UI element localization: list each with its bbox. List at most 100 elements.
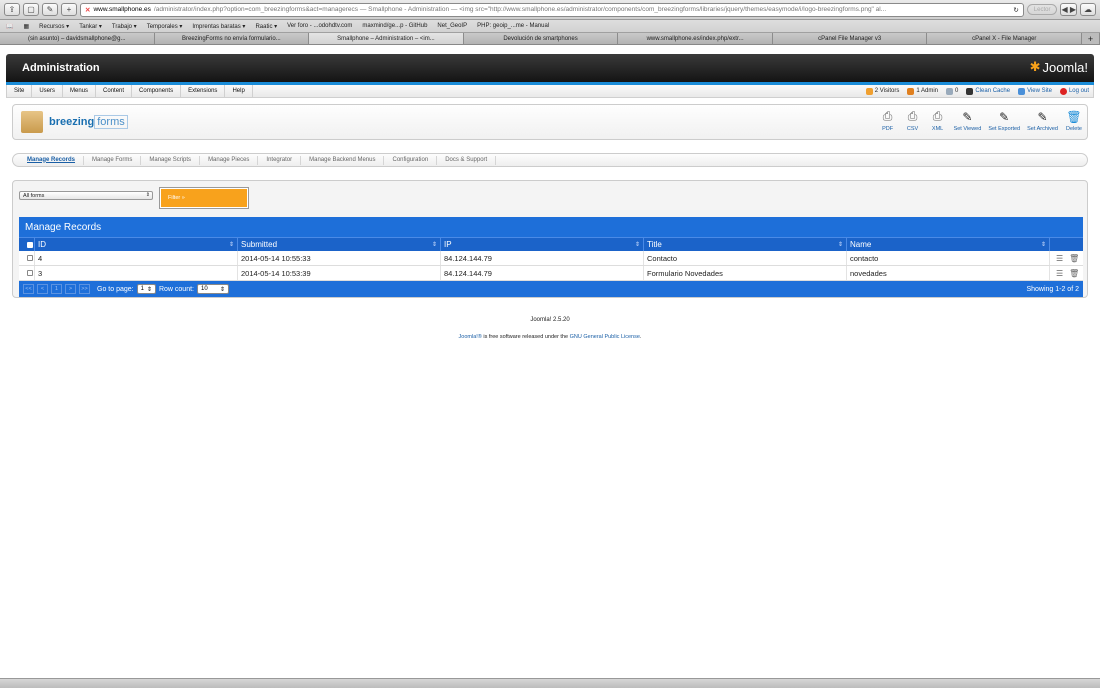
select-all-checkbox[interactable]	[19, 238, 35, 251]
gpl-link[interactable]: GNU General Public License	[570, 334, 640, 340]
tab-integrator[interactable]: Integrator	[258, 155, 302, 165]
xml-icon: ⎙	[932, 109, 943, 123]
last-page-button[interactable]: >>	[79, 284, 90, 294]
col-ip[interactable]: IP ⇕	[441, 238, 644, 251]
share-button[interactable]: ⇪	[4, 3, 20, 16]
menu-site[interactable]: Site	[7, 85, 33, 97]
bookmark-item[interactable]: PHP: geoip_...me - Manual	[477, 23, 549, 29]
browser-statusbar	[0, 678, 1100, 688]
bookmark-item[interactable]: Ver foro - ...odohdtv.com	[287, 23, 352, 29]
cell-id: 3	[35, 266, 238, 280]
bookmark-item[interactable]: Net_GeoIP	[437, 23, 467, 29]
row-checkbox-cell[interactable]	[19, 251, 35, 265]
row-checkbox[interactable]	[27, 270, 33, 276]
tab-manage-backend-menus[interactable]: Manage Backend Menus	[301, 155, 385, 165]
tab-configuration[interactable]: Configuration	[384, 155, 438, 165]
browser-tab[interactable]: cPanel File Manager v3	[772, 33, 928, 44]
add-tab-icon[interactable]: +	[1082, 33, 1100, 44]
table-row[interactable]: 4 2014-05-14 10:55:33 84.124.144.79 Cont…	[19, 251, 1083, 266]
csv-button[interactable]: ⎙ CSV	[904, 109, 922, 132]
browser-tab[interactable]: cPanel X - File Manager	[927, 33, 1083, 44]
set-archived-button[interactable]: ✎ Set Archived	[1027, 109, 1058, 133]
tab-manage-records[interactable]: Manage Records	[19, 155, 85, 165]
browser-tab[interactable]: Devolución de smartphones	[463, 33, 619, 44]
mail-icon	[946, 87, 954, 95]
set-viewed-button[interactable]: ✎ Set Viewed	[954, 109, 982, 133]
goto-page-select[interactable]: 1 ⇕	[136, 284, 156, 294]
col-name[interactable]: Name ⇕	[847, 238, 1050, 251]
reader-button[interactable]: Lector	[1026, 4, 1058, 15]
logout-link[interactable]: Log out	[1059, 87, 1089, 95]
form-select[interactable]: All forms ⇕	[19, 191, 153, 200]
url-bar[interactable]: ✕ www.smallphone.es /administrator/index…	[80, 2, 1024, 17]
clean-cache-link[interactable]: Clean Cache	[966, 87, 1010, 95]
row-actions: ☰ 🗑	[1050, 269, 1083, 278]
filter-button[interactable]: Filter »	[159, 187, 249, 209]
messages-status[interactable]: 0	[946, 87, 958, 95]
menu-users[interactable]: Users	[32, 85, 64, 97]
next-page-button[interactable]: >	[65, 284, 76, 294]
first-page-button[interactable]: <<	[23, 284, 34, 294]
header-checkbox[interactable]	[27, 241, 33, 248]
delete-button[interactable]: 🗑 Delete	[1065, 109, 1083, 133]
col-id[interactable]: ID ⇕	[35, 238, 238, 251]
joomla-logo[interactable]: ✱ Joomla!	[1030, 59, 1088, 75]
cell-name: novedades	[847, 266, 1050, 280]
extensions-button[interactable]: ✎	[42, 3, 58, 16]
browser-tab[interactable]: (sin asunto) – davidsmallphone@g...	[0, 33, 155, 44]
bookmark-item[interactable]: Recursos ▾	[39, 23, 69, 30]
joomla-icon: ✱	[1029, 59, 1041, 74]
reload-icon[interactable]: ↻	[1013, 6, 1018, 14]
col-submitted[interactable]: Submitted ⇕	[238, 238, 441, 251]
col-title[interactable]: Title ⇕	[644, 238, 847, 251]
bookmark-item[interactable]: Tankar ▾	[79, 23, 102, 30]
reading-list-icon[interactable]: 📖	[6, 23, 13, 30]
menu-components[interactable]: Components	[132, 85, 182, 97]
grid-footer: << < 1 > >> Go to page: 1 ⇕ Row count: 10…	[19, 281, 1083, 297]
trash-icon[interactable]: 🗑	[1069, 254, 1079, 263]
tab-docs-support[interactable]: Docs & Support	[437, 155, 497, 165]
browser-tab[interactable]: BreezingForms no envía formulario...	[154, 33, 310, 44]
table-row[interactable]: 3 2014-05-14 10:53:39 84.124.144.79 Form…	[19, 266, 1083, 281]
tab-manage-pieces[interactable]: Manage Pieces	[200, 155, 259, 165]
tab-manage-scripts[interactable]: Manage Scripts	[141, 155, 201, 165]
bookmark-item[interactable]: Temporales ▾	[147, 23, 183, 30]
set-exported-button[interactable]: ✎ Set Exported	[988, 109, 1020, 133]
menu-help[interactable]: Help	[225, 85, 253, 97]
bookmark-item[interactable]: maxmind/ge...p - GitHub	[362, 23, 427, 29]
menu-menus[interactable]: Menus	[63, 85, 97, 97]
pdf-button[interactable]: ⎙ PDF	[879, 109, 897, 132]
details-icon[interactable]: ☰	[1056, 254, 1063, 263]
cell-submitted: 2014-05-14 10:55:33	[238, 251, 441, 265]
row-checkbox-cell[interactable]	[19, 266, 35, 280]
bookmark-item[interactable]: Imprentas baratas ▾	[192, 23, 245, 30]
sort-icon: ⇕	[634, 242, 640, 248]
xml-button[interactable]: ⎙ XML	[929, 109, 947, 132]
bookmark-item[interactable]: Raatic ▾	[255, 23, 277, 30]
select-arrows-icon: ⇕	[146, 286, 152, 293]
new-tab-button[interactable]: +	[61, 3, 77, 16]
row-checkbox[interactable]	[27, 255, 33, 261]
trash-icon[interactable]: 🗑	[1069, 269, 1079, 278]
joomla-link[interactable]: Joomla!®	[459, 334, 482, 340]
cell-name: contacto	[847, 251, 1050, 265]
tab-view-button[interactable]: ▢	[23, 3, 39, 16]
top-sites-icon[interactable]: ▦	[23, 23, 29, 30]
bookmark-item[interactable]: Trabajo ▾	[112, 23, 137, 30]
url-domain: www.smallphone.es	[93, 6, 151, 13]
page-number[interactable]: 1	[51, 284, 62, 294]
details-icon[interactable]: ☰	[1056, 269, 1063, 278]
prev-page-button[interactable]: <	[37, 284, 48, 294]
browser-tab-active[interactable]: Smallphone – Administration – <im...	[309, 33, 464, 44]
menu-extensions[interactable]: Extensions	[181, 85, 226, 97]
favicon-icon: ✕	[85, 6, 91, 14]
icloud-icon[interactable]: ☁	[1080, 3, 1096, 16]
back-button[interactable]: ◀ ▶	[1060, 3, 1077, 16]
set-archived-icon: ✎	[1037, 109, 1048, 124]
tab-manage-forms[interactable]: Manage Forms	[84, 155, 142, 165]
browser-tab[interactable]: www.smallphone.es/index.php/extr...	[618, 33, 773, 44]
rowcount-select[interactable]: 10 ⇕	[197, 284, 229, 294]
admin-menubar: Site Users Menus Content Components Exte…	[6, 85, 1094, 98]
menu-content[interactable]: Content	[96, 85, 133, 97]
view-site-link[interactable]: View Site	[1018, 87, 1052, 95]
